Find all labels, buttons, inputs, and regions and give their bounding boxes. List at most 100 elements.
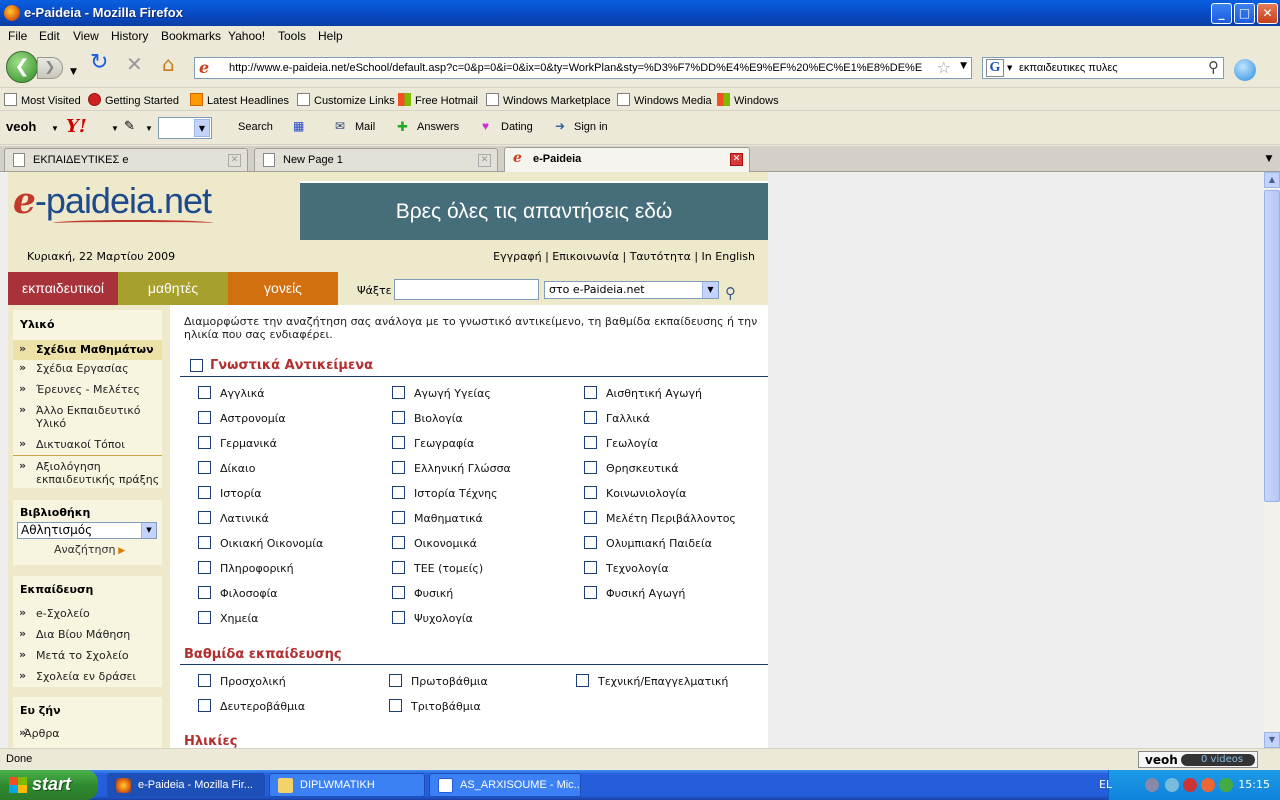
menu-edit[interactable]: Edit	[39, 29, 60, 43]
minimize-button[interactable]: _	[1211, 3, 1232, 24]
subject-checkbox[interactable]	[392, 536, 405, 549]
library-search-link[interactable]: Αναζήτηση	[54, 543, 125, 556]
bookmark-free-hotmail[interactable]: Free Hotmail	[398, 93, 478, 107]
tab-teachers[interactable]: εκπαιδευτικοί	[8, 272, 118, 305]
scroll-down-icon[interactable]: ▼	[1264, 732, 1280, 748]
web-search-box[interactable]: G ▼ εκπαιδευτικες πυλες ⚲	[982, 57, 1224, 79]
veoh-status-widget[interactable]: veoh 0 videos	[1138, 751, 1258, 768]
subject-checkbox[interactable]	[198, 586, 211, 599]
site-search-input[interactable]	[394, 279, 539, 300]
sidebar-item-after-school[interactable]: Μετά το Σχολείο	[13, 648, 162, 662]
tray-shield-icon[interactable]	[1183, 778, 1197, 792]
shield-icon[interactable]: ▦	[293, 119, 304, 133]
sidebar-item-e-school[interactable]: e-Σχολείο	[13, 606, 162, 620]
tab-students[interactable]: μαθητές	[118, 272, 228, 305]
sidebar-item-project-plans[interactable]: Σχέδια Εργασίας	[13, 361, 162, 375]
subject-checkbox[interactable]	[584, 586, 597, 599]
checkbox-level[interactable]	[389, 674, 402, 687]
sidebar-item-evaluation[interactable]: Αξιολόγηση εκπαιδευτικής πράξης	[13, 459, 162, 486]
subject-checkbox[interactable]	[584, 511, 597, 524]
bookmark-latest-headlines[interactable]: Latest Headlines	[190, 93, 289, 107]
bookmark-windows-marketplace[interactable]: Windows Marketplace	[486, 93, 611, 107]
language-indicator[interactable]: EL	[1099, 778, 1112, 791]
start-button[interactable]: start	[0, 770, 98, 800]
scroll-up-icon[interactable]: ▲	[1264, 172, 1280, 188]
subject-checkbox[interactable]	[392, 436, 405, 449]
menu-yahoo[interactable]: Yahoo!	[228, 29, 265, 43]
pencil-dropdown-icon[interactable]: ▼	[145, 124, 153, 133]
search-icon[interactable]: ⚲	[1208, 58, 1219, 76]
checkbox-level[interactable]	[198, 699, 211, 712]
url-dropdown-icon[interactable]: ▼	[960, 61, 967, 71]
subject-checkbox[interactable]	[392, 411, 405, 424]
subject-checkbox[interactable]	[198, 411, 211, 424]
list-all-tabs-icon[interactable]: ▼	[1261, 150, 1277, 168]
subject-checkbox[interactable]	[392, 486, 405, 499]
subject-checkbox[interactable]	[392, 586, 405, 599]
stop-icon[interactable]: ✕	[126, 54, 143, 74]
sidebar-item-other-material[interactable]: Άλλο Εκπαιδευτικό Υλικό	[13, 403, 153, 430]
subject-checkbox[interactable]	[584, 536, 597, 549]
back-button[interactable]: ❮	[6, 51, 38, 83]
chevron-down-icon[interactable]: ▼	[141, 523, 156, 538]
veoh-logo[interactable]: veoh	[6, 119, 36, 134]
bookmark-getting-started[interactable]: Getting Started	[88, 93, 179, 107]
yahoo-dating-button[interactable]: Dating	[501, 121, 533, 133]
subject-checkbox[interactable]	[584, 411, 597, 424]
task-firefox[interactable]: e-Paideia - Mozilla Fir...	[107, 773, 265, 797]
sidebar-item-schools-in-action[interactable]: Σχολεία εν δράσει	[13, 669, 162, 683]
bookmark-most-visited[interactable]: Most Visited	[4, 93, 81, 107]
checkbox-all-subjects[interactable]	[190, 359, 203, 372]
tab-new-page-1[interactable]: New Page 1 ✕	[254, 148, 498, 171]
site-logo[interactable]: e-paideia.net	[13, 180, 213, 222]
subject-checkbox[interactable]	[198, 561, 211, 574]
subject-checkbox[interactable]	[584, 486, 597, 499]
tab-ekpaideutikes[interactable]: ΕΚΠΑΙΔΕΥΤΙΚΕΣ e ✕	[4, 148, 248, 171]
yahoo-search-field[interactable]: ▼	[158, 117, 212, 139]
top-links[interactable]: Εγγραφή | Επικοινωνία | Ταυτότητα | In E…	[493, 250, 755, 263]
subject-checkbox[interactable]	[198, 486, 211, 499]
menu-view[interactable]: View	[73, 29, 99, 43]
close-tab-icon[interactable]: ✕	[228, 154, 241, 167]
yahoo-dropdown-icon[interactable]: ▼	[111, 124, 119, 133]
subject-checkbox[interactable]	[198, 511, 211, 524]
subject-checkbox[interactable]	[392, 386, 405, 399]
subject-checkbox[interactable]	[584, 436, 597, 449]
menu-tools[interactable]: Tools	[278, 29, 306, 43]
subject-checkbox[interactable]	[392, 461, 405, 474]
veoh-dropdown-icon[interactable]: ▼	[51, 124, 59, 133]
sidebar-item-lesson-plans[interactable]: Σχέδια Μαθημάτων	[13, 339, 162, 360]
ad-banner[interactable]: Βρες όλες τις απαντήσεις εδώ	[300, 181, 768, 240]
checkbox-level[interactable]	[389, 699, 402, 712]
task-diplwmatikh[interactable]: DIPLWMATIKH	[269, 773, 425, 797]
yahoo-signin-button[interactable]: Sign in	[574, 121, 608, 133]
history-dropdown-icon[interactable]: ▼	[70, 63, 77, 81]
yahoo-logo[interactable]: Y!	[66, 116, 87, 137]
tab-parents[interactable]: γονείς	[228, 272, 338, 305]
search-icon[interactable]: ⚲	[725, 284, 743, 302]
menu-bookmarks[interactable]: Bookmarks	[161, 29, 221, 43]
tab-e-paideia[interactable]: e e-Paideia ✕	[504, 147, 750, 172]
tray-app-icon[interactable]	[1201, 778, 1215, 792]
subject-checkbox[interactable]	[584, 461, 597, 474]
pencil-icon[interactable]: ✎	[124, 118, 135, 134]
subject-checkbox[interactable]	[392, 611, 405, 624]
subject-checkbox[interactable]	[198, 611, 211, 624]
subject-checkbox[interactable]	[584, 561, 597, 574]
subject-checkbox[interactable]	[584, 386, 597, 399]
maximize-button[interactable]: □	[1234, 3, 1255, 24]
task-word-document[interactable]: AS_ARXISOUME - Mic...	[429, 773, 581, 797]
checkbox-level[interactable]	[576, 674, 589, 687]
close-tab-icon[interactable]: ✕	[730, 153, 743, 166]
subject-checkbox[interactable]	[198, 436, 211, 449]
tray-network-icon[interactable]	[1165, 778, 1179, 792]
checkbox-level[interactable]	[198, 674, 211, 687]
menu-history[interactable]: History	[111, 29, 148, 43]
bookmark-star-icon[interactable]: ☆	[937, 58, 951, 77]
bookmark-windows-media[interactable]: Windows Media	[617, 93, 712, 107]
vertical-scrollbar[interactable]: ▲ ▼	[1264, 172, 1280, 748]
menu-file[interactable]: File	[8, 29, 27, 43]
yahoo-answers-button[interactable]: Answers	[417, 121, 459, 133]
reload-icon[interactable]: ↻	[90, 52, 108, 74]
forward-button[interactable]: ❯	[37, 57, 63, 79]
